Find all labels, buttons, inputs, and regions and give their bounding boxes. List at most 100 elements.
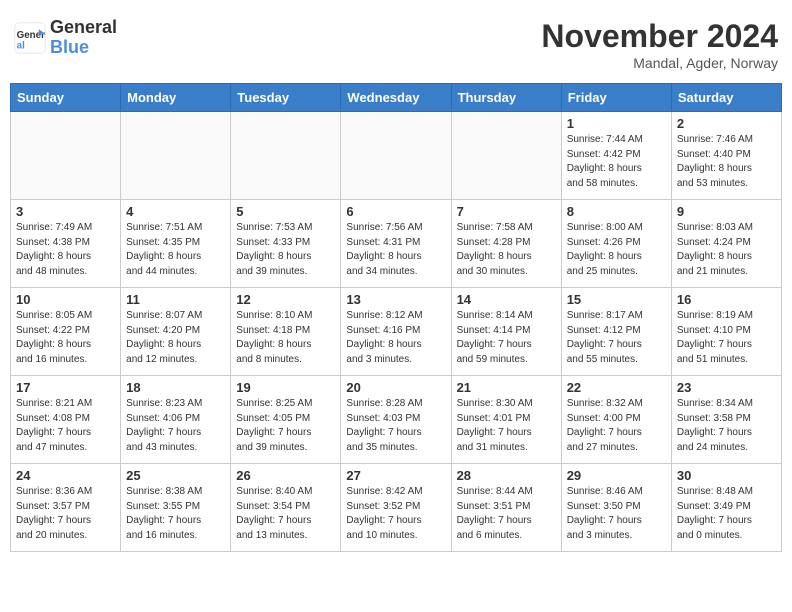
day-info: Sunrise: 8:00 AM Sunset: 4:26 PM Dayligh…: [567, 221, 666, 279]
calendar-cell: 9 Sunrise: 8:03 AM Sunset: 4:24 PM Daylig…: [671, 200, 781, 288]
day-number: 13: [346, 292, 445, 307]
day-number: 14: [457, 292, 556, 307]
calendar-cell: [341, 112, 451, 200]
day-info: Sunrise: 8:28 AM Sunset: 4:03 PM Dayligh…: [346, 397, 445, 455]
logo-line2: Blue: [50, 38, 117, 58]
calendar-cell: 11 Sunrise: 8:07 AM Sunset: 4:20 PM Dayli…: [121, 288, 231, 376]
calendar-cell: 16Sunrise: 8:19 AM Sunset: 4:10 PM Dayli…: [671, 288, 781, 376]
calendar-week-row: 17 Sunrise: 8:21 AM Sunset: 4:08 PM Dayli…: [11, 376, 782, 464]
day-number: 24: [16, 468, 115, 483]
day-info: Sunrise: 7:53 AM Sunset: 4:33 PM Dayligh…: [236, 221, 335, 279]
day-number: 7: [457, 204, 556, 219]
svg-text:al: al: [17, 40, 25, 51]
calendar-cell: 29 Sunrise: 8:46 AM Sunset: 3:50 PM Dayli…: [561, 464, 671, 552]
day-info: Sunrise: 7:49 AM Sunset: 4:38 PM Dayligh…: [16, 221, 115, 279]
location-subtitle: Mandal, Agder, Norway: [541, 55, 778, 71]
day-info: Sunrise: 8:44 AM Sunset: 3:51 PM Dayligh…: [457, 485, 556, 543]
calendar-cell: 17 Sunrise: 8:21 AM Sunset: 4:08 PM Dayli…: [11, 376, 121, 464]
title-section: November 2024 Mandal, Agder, Norway: [541, 18, 778, 71]
day-number: 23: [677, 380, 776, 395]
calendar-cell: 12 Sunrise: 8:10 AM Sunset: 4:18 PM Dayli…: [231, 288, 341, 376]
day-number: 12: [236, 292, 335, 307]
day-number: 6: [346, 204, 445, 219]
day-number: 1: [567, 116, 666, 131]
day-number: 11: [126, 292, 225, 307]
weekday-header: Friday: [561, 84, 671, 112]
day-number: 26: [236, 468, 335, 483]
day-number: 25: [126, 468, 225, 483]
day-number: 29: [567, 468, 666, 483]
day-number: 5: [236, 204, 335, 219]
day-info: Sunrise: 8:21 AM Sunset: 4:08 PM Dayligh…: [16, 397, 115, 455]
weekday-header: Wednesday: [341, 84, 451, 112]
day-number: 4: [126, 204, 225, 219]
calendar-cell: 21 Sunrise: 8:30 AM Sunset: 4:01 PM Dayli…: [451, 376, 561, 464]
calendar-cell: 15Sunrise: 8:17 AM Sunset: 4:12 PM Dayli…: [561, 288, 671, 376]
day-info: Sunrise: 8:14 AM Sunset: 4:14 PM Dayligh…: [457, 309, 556, 367]
calendar-cell: [121, 112, 231, 200]
day-info: Sunrise: 8:46 AM Sunset: 3:50 PM Dayligh…: [567, 485, 666, 543]
logo: Gener al General Blue: [14, 18, 117, 58]
day-info: Sunrise: 8:34 AM Sunset: 3:58 PM Dayligh…: [677, 397, 776, 455]
day-info: Sunrise: 8:17 AM Sunset: 4:12 PM Dayligh…: [567, 309, 666, 367]
day-info: Sunrise: 8:48 AM Sunset: 3:49 PM Dayligh…: [677, 485, 776, 543]
calendar-cell: 2 Sunrise: 7:46 AM Sunset: 4:40 PM Daylig…: [671, 112, 781, 200]
calendar-cell: 27 Sunrise: 8:42 AM Sunset: 3:52 PM Dayli…: [341, 464, 451, 552]
calendar-cell: 4 Sunrise: 7:51 AM Sunset: 4:35 PM Daylig…: [121, 200, 231, 288]
day-number: 28: [457, 468, 556, 483]
calendar-week-row: 3 Sunrise: 7:49 AM Sunset: 4:38 PM Daylig…: [11, 200, 782, 288]
day-info: Sunrise: 7:44 AM Sunset: 4:42 PM Dayligh…: [567, 133, 666, 191]
calendar-cell: 22 Sunrise: 8:32 AM Sunset: 4:00 PM Dayli…: [561, 376, 671, 464]
calendar-cell: 26Sunrise: 8:40 AM Sunset: 3:54 PM Dayli…: [231, 464, 341, 552]
day-number: 17: [16, 380, 115, 395]
calendar-cell: 23 Sunrise: 8:34 AM Sunset: 3:58 PM Dayli…: [671, 376, 781, 464]
calendar-cell: [451, 112, 561, 200]
calendar-cell: 24Sunrise: 8:36 AM Sunset: 3:57 PM Dayli…: [11, 464, 121, 552]
day-info: Sunrise: 8:07 AM Sunset: 4:20 PM Dayligh…: [126, 309, 225, 367]
day-number: 2: [677, 116, 776, 131]
day-number: 27: [346, 468, 445, 483]
day-number: 19: [236, 380, 335, 395]
calendar-week-row: 1 Sunrise: 7:44 AM Sunset: 4:42 PM Daylig…: [11, 112, 782, 200]
weekday-header: Monday: [121, 84, 231, 112]
calendar-cell: 18 Sunrise: 8:23 AM Sunset: 4:06 PM Dayli…: [121, 376, 231, 464]
day-info: Sunrise: 8:32 AM Sunset: 4:00 PM Dayligh…: [567, 397, 666, 455]
day-number: 21: [457, 380, 556, 395]
weekday-header: Sunday: [11, 84, 121, 112]
day-number: 18: [126, 380, 225, 395]
day-info: Sunrise: 7:51 AM Sunset: 4:35 PM Dayligh…: [126, 221, 225, 279]
day-number: 10: [16, 292, 115, 307]
calendar-cell: 7Sunrise: 7:58 AM Sunset: 4:28 PM Daylig…: [451, 200, 561, 288]
day-number: 8: [567, 204, 666, 219]
weekday-header: Thursday: [451, 84, 561, 112]
day-info: Sunrise: 8:23 AM Sunset: 4:06 PM Dayligh…: [126, 397, 225, 455]
calendar-cell: 6 Sunrise: 7:56 AM Sunset: 4:31 PM Daylig…: [341, 200, 451, 288]
day-number: 3: [16, 204, 115, 219]
calendar-cell: [11, 112, 121, 200]
day-info: Sunrise: 8:30 AM Sunset: 4:01 PM Dayligh…: [457, 397, 556, 455]
calendar-cell: 8 Sunrise: 8:00 AM Sunset: 4:26 PM Daylig…: [561, 200, 671, 288]
day-info: Sunrise: 8:10 AM Sunset: 4:18 PM Dayligh…: [236, 309, 335, 367]
day-info: Sunrise: 7:56 AM Sunset: 4:31 PM Dayligh…: [346, 221, 445, 279]
weekday-header: Tuesday: [231, 84, 341, 112]
day-number: 16: [677, 292, 776, 307]
page-header: Gener al General Blue November 2024 Mand…: [10, 10, 782, 75]
logo-text: General Blue: [50, 18, 117, 58]
day-info: Sunrise: 8:12 AM Sunset: 4:16 PM Dayligh…: [346, 309, 445, 367]
day-number: 20: [346, 380, 445, 395]
calendar-cell: 25Sunrise: 8:38 AM Sunset: 3:55 PM Dayli…: [121, 464, 231, 552]
calendar-cell: 30Sunrise: 8:48 AM Sunset: 3:49 PM Dayli…: [671, 464, 781, 552]
day-number: 22: [567, 380, 666, 395]
day-info: Sunrise: 8:05 AM Sunset: 4:22 PM Dayligh…: [16, 309, 115, 367]
logo-line1: General: [50, 18, 117, 38]
day-info: Sunrise: 7:46 AM Sunset: 4:40 PM Dayligh…: [677, 133, 776, 191]
calendar-cell: 28 Sunrise: 8:44 AM Sunset: 3:51 PM Dayli…: [451, 464, 561, 552]
day-info: Sunrise: 8:03 AM Sunset: 4:24 PM Dayligh…: [677, 221, 776, 279]
weekday-header: Saturday: [671, 84, 781, 112]
calendar-week-row: 24Sunrise: 8:36 AM Sunset: 3:57 PM Dayli…: [11, 464, 782, 552]
day-info: Sunrise: 8:42 AM Sunset: 3:52 PM Dayligh…: [346, 485, 445, 543]
day-number: 9: [677, 204, 776, 219]
weekday-header-row: SundayMondayTuesdayWednesdayThursdayFrid…: [11, 84, 782, 112]
calendar-cell: 19 Sunrise: 8:25 AM Sunset: 4:05 PM Dayli…: [231, 376, 341, 464]
day-info: Sunrise: 8:25 AM Sunset: 4:05 PM Dayligh…: [236, 397, 335, 455]
